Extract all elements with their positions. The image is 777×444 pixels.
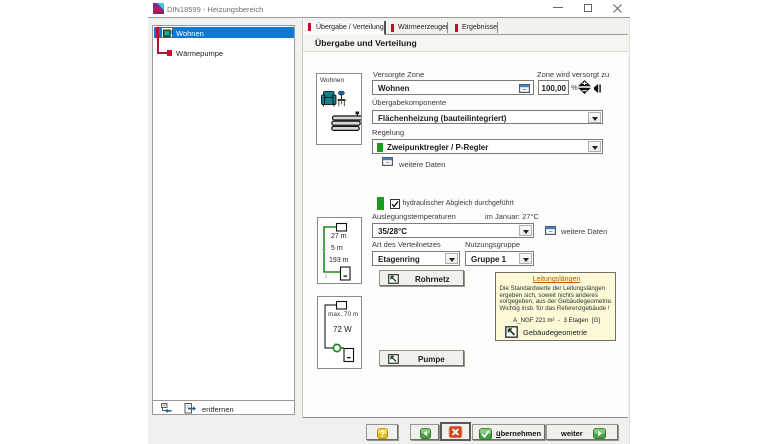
svg-text:?: ? [380, 428, 386, 438]
svg-text:1: 1 [171, 30, 173, 35]
